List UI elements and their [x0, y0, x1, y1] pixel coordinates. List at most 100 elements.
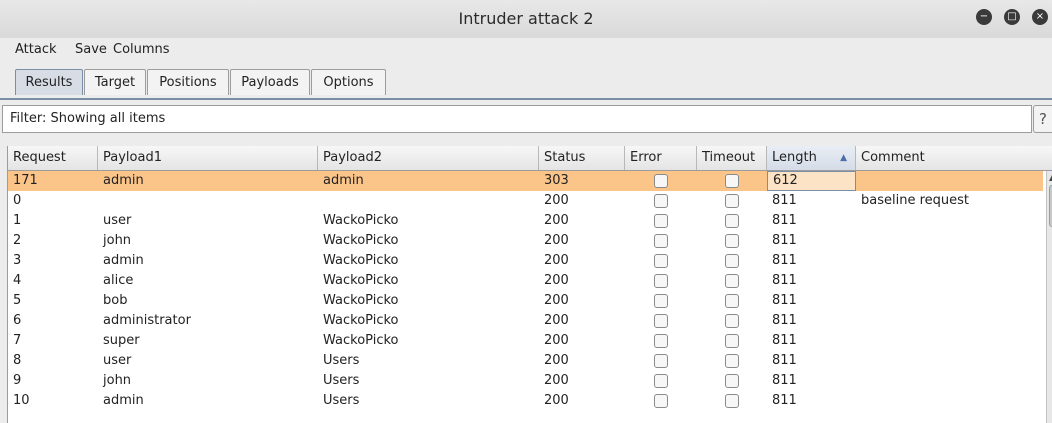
minimize-icon[interactable]: −: [976, 9, 992, 25]
error-checkbox[interactable]: [654, 334, 668, 348]
error-checkbox[interactable]: [654, 354, 668, 368]
timeout-checkbox[interactable]: [725, 234, 739, 248]
timeout-checkbox[interactable]: [725, 354, 739, 368]
error-checkbox[interactable]: [654, 394, 668, 408]
cell-comment: [856, 171, 1043, 191]
column-header-length[interactable]: Length ▲: [767, 146, 856, 170]
column-header-error[interactable]: Error: [625, 146, 697, 170]
tab-payloads[interactable]: Payloads: [230, 69, 310, 95]
cell-length: 811: [772, 293, 797, 308]
column-header-timeout[interactable]: Timeout: [697, 146, 767, 170]
timeout-checkbox[interactable]: [725, 334, 739, 348]
menu-attack[interactable]: Attack: [15, 42, 57, 57]
cell-length: 811: [772, 213, 797, 228]
error-checkbox[interactable]: [654, 234, 668, 248]
sort-ascending-icon: ▲: [840, 153, 847, 163]
cell-request: 5: [13, 293, 22, 308]
error-checkbox[interactable]: [654, 314, 668, 328]
table-row[interactable]: 0 200 811 baseline request: [8, 191, 1043, 211]
cell-payload1: bob: [103, 293, 128, 308]
table-row[interactable]: 5 bob WackoPicko 200 811: [8, 291, 1043, 311]
cell-payload2: WackoPicko: [323, 333, 399, 348]
window-title: Intruder attack 2: [458, 9, 594, 28]
cell-payload2: WackoPicko: [323, 313, 399, 328]
table-row[interactable]: 4 alice WackoPicko 200 811: [8, 271, 1043, 291]
filter-bar[interactable]: Filter: Showing all items: [2, 105, 1032, 133]
cell-payload2: WackoPicko: [323, 233, 399, 248]
error-checkbox[interactable]: [654, 374, 668, 388]
table-row[interactable]: 10 admin Users 200 811: [8, 391, 1043, 411]
cell-request: 7: [13, 333, 22, 348]
results-table: Request Payload1 Payload2 Status Error T…: [7, 146, 1052, 423]
cell-payload1: [98, 191, 318, 211]
cell-length: 811: [772, 193, 797, 208]
menu-save[interactable]: Save: [75, 42, 107, 57]
column-header-request[interactable]: Request: [8, 146, 98, 170]
cell-request: 3: [13, 253, 22, 268]
cell-payload2: Users: [323, 353, 360, 368]
cell-status: 200: [544, 193, 569, 208]
timeout-checkbox[interactable]: [725, 254, 739, 268]
error-checkbox[interactable]: [654, 294, 668, 308]
cell-request: 2: [13, 233, 22, 248]
timeout-checkbox[interactable]: [725, 214, 739, 228]
cell-payload2: [318, 191, 539, 211]
tab-positions[interactable]: Positions: [147, 69, 229, 95]
cell-request: 6: [13, 313, 22, 328]
timeout-checkbox[interactable]: [725, 274, 739, 288]
cell-payload1: alice: [103, 273, 134, 288]
cell-status: 200: [544, 333, 569, 348]
cell-request: 10: [13, 393, 30, 408]
cell-payload1: user: [103, 213, 132, 228]
help-button[interactable]: ?: [1033, 105, 1052, 133]
timeout-checkbox[interactable]: [725, 374, 739, 388]
cell-payload2: WackoPicko: [323, 273, 399, 288]
error-checkbox[interactable]: [654, 254, 668, 268]
cell-request: 4: [13, 273, 22, 288]
timeout-checkbox[interactable]: [725, 314, 739, 328]
table-row[interactable]: 1 user WackoPicko 200 811: [8, 211, 1043, 231]
cell-payload1: super: [103, 333, 140, 348]
error-checkbox[interactable]: [654, 194, 668, 208]
maximize-icon[interactable]: □: [1004, 9, 1020, 25]
vertical-scrollbar[interactable]: ▲: [1046, 171, 1052, 423]
table-row[interactable]: 2 john WackoPicko 200 811: [8, 231, 1043, 251]
table-row[interactable]: 9 john Users 200 811: [8, 371, 1043, 391]
cell-status: 200: [544, 273, 569, 288]
cell-status: 303: [544, 173, 569, 188]
column-header-status[interactable]: Status: [539, 146, 625, 170]
timeout-checkbox[interactable]: [725, 294, 739, 308]
cell-comment: [856, 251, 1043, 271]
close-icon[interactable]: ×: [1032, 9, 1048, 25]
table-row[interactable]: 171 admin admin 303 612: [8, 171, 1043, 191]
cell-length: 811: [772, 253, 797, 268]
cell-payload2: WackoPicko: [323, 253, 399, 268]
table-row[interactable]: 3 admin WackoPicko 200 811: [8, 251, 1043, 271]
table-row[interactable]: 8 user Users 200 811: [8, 351, 1043, 371]
cell-comment: [856, 391, 1043, 411]
cell-payload1: user: [103, 353, 132, 368]
error-checkbox[interactable]: [654, 214, 668, 228]
table-row[interactable]: 6 administrator WackoPicko 200 811: [8, 311, 1043, 331]
cell-comment: [856, 371, 1043, 391]
timeout-checkbox[interactable]: [725, 194, 739, 208]
tab-options[interactable]: Options: [311, 69, 386, 95]
cell-status: 200: [544, 393, 569, 408]
tab-target[interactable]: Target: [84, 69, 146, 95]
tab-results[interactable]: Results: [15, 69, 83, 95]
table-row[interactable]: 7 super WackoPicko 200 811: [8, 331, 1043, 351]
cell-status: 200: [544, 353, 569, 368]
cell-comment: [856, 331, 1043, 351]
cell-payload2: admin: [323, 173, 364, 188]
error-checkbox[interactable]: [654, 174, 668, 188]
column-header-payload1[interactable]: Payload1: [98, 146, 318, 170]
timeout-checkbox[interactable]: [725, 394, 739, 408]
cell-length: 811: [772, 373, 797, 388]
timeout-checkbox[interactable]: [725, 174, 739, 188]
menu-columns[interactable]: Columns: [113, 42, 170, 57]
cell-request: 171: [13, 173, 38, 188]
error-checkbox[interactable]: [654, 274, 668, 288]
cell-payload1: john: [103, 373, 132, 388]
column-header-comment[interactable]: Comment: [856, 146, 1052, 170]
column-header-payload2[interactable]: Payload2: [318, 146, 539, 170]
